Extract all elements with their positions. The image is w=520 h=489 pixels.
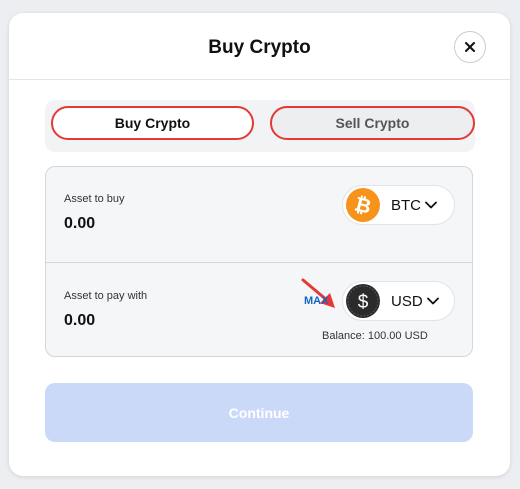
modal-header: Buy Crypto: [9, 13, 510, 80]
svg-text:₿: ₿: [352, 193, 373, 218]
tab-buy-crypto[interactable]: Buy Crypto: [51, 106, 254, 140]
balance-text: Balance: 100.00 USD: [322, 330, 428, 342]
pay-amount-input[interactable]: 0.00: [64, 312, 95, 330]
buy-sell-tabs: Buy Crypto Sell Crypto: [45, 100, 475, 152]
pay-asset-symbol: USD: [391, 292, 423, 310]
svg-text:$: $: [358, 292, 369, 313]
trade-card: Asset to buy 0.00 ₿ BTC Asset to pay wit…: [45, 166, 473, 357]
max-button[interactable]: MAX: [304, 295, 328, 307]
chevron-down-icon: [426, 297, 439, 305]
section-divider: [46, 262, 472, 263]
bitcoin-icon: ₿: [346, 188, 380, 222]
tab-sell-crypto[interactable]: Sell Crypto: [270, 106, 475, 140]
chevron-down-icon: [425, 201, 437, 209]
close-button[interactable]: [454, 31, 486, 63]
asset-to-pay-label: Asset to pay with: [64, 290, 148, 302]
buy-amount-input[interactable]: 0.00: [64, 215, 95, 233]
asset-to-buy-label: Asset to buy: [64, 193, 125, 205]
pay-asset-selector[interactable]: $ USD: [342, 281, 455, 321]
continue-button[interactable]: Continue: [45, 383, 473, 442]
dollar-icon: $: [346, 284, 380, 318]
buy-asset-selector[interactable]: ₿ BTC: [342, 185, 455, 225]
close-icon: [465, 42, 475, 52]
buy-crypto-modal: Buy Crypto Buy Crypto Sell Crypto Asset …: [9, 13, 510, 476]
modal-title: Buy Crypto: [208, 37, 311, 58]
buy-asset-symbol: BTC: [391, 196, 421, 214]
